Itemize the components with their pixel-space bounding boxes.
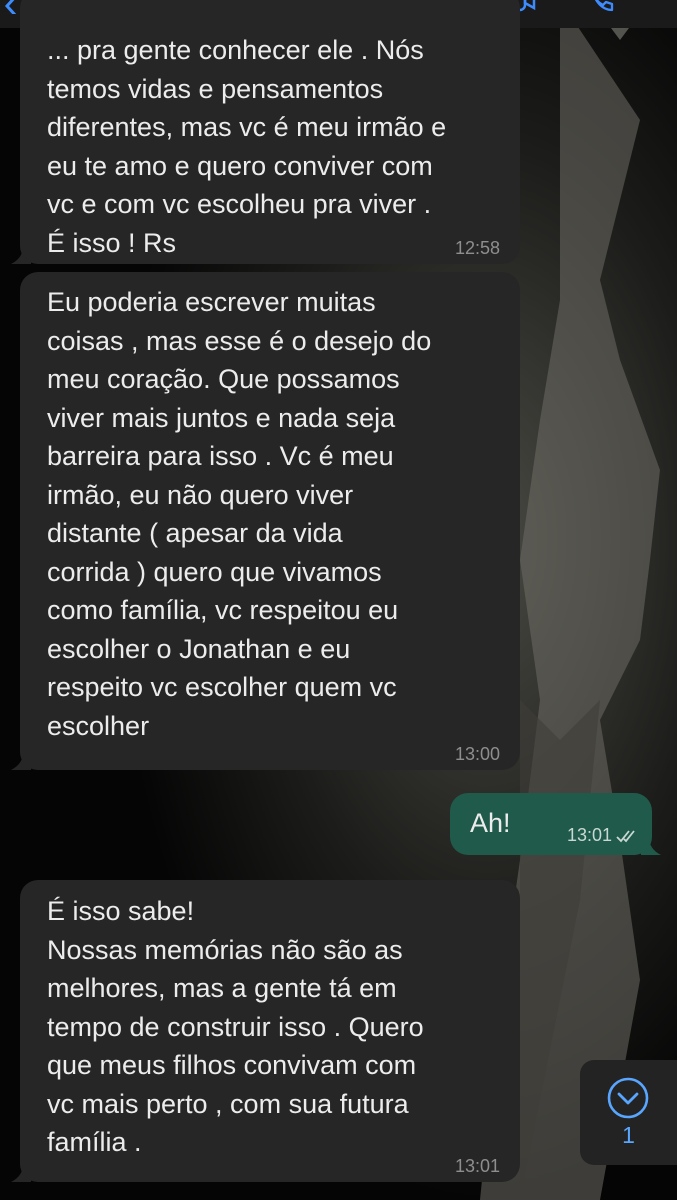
message-bubble-incoming[interactable]: Eu poderia escrever muitas coisas , mas … bbox=[11, 272, 520, 770]
message-bubble-incoming[interactable]: É isso sabe! Nossas memórias não são as … bbox=[11, 880, 520, 1182]
message-bubble-incoming[interactable]: ... pra gente conhecer ele . Nós temos v… bbox=[11, 0, 520, 264]
chevron-left-icon[interactable] bbox=[2, 0, 22, 14]
message-text: É isso sabe! Nossas memórias não são as … bbox=[47, 896, 424, 1157]
phone-icon[interactable] bbox=[590, 0, 614, 14]
bubble-tail bbox=[641, 837, 661, 855]
message-time: 13:00 bbox=[454, 744, 500, 764]
scroll-to-bottom-button[interactable]: 1 bbox=[580, 1060, 677, 1165]
message-time: 13:01 bbox=[454, 1156, 500, 1176]
message-text: ... pra gente conhecer ele . Nós temos v… bbox=[47, 35, 447, 258]
bubble-tail bbox=[11, 752, 31, 770]
bubble-tail bbox=[11, 246, 31, 264]
message-text: Eu poderia escrever muitas coisas , mas … bbox=[47, 287, 432, 741]
unread-count-badge: 1 bbox=[622, 1122, 635, 1148]
message-bubble-outgoing[interactable]: Ah! 13:01 bbox=[450, 793, 661, 855]
message-time: 12:58 bbox=[454, 238, 500, 258]
bubble-tail bbox=[11, 1164, 31, 1182]
message-time: 13:01 bbox=[566, 825, 612, 845]
chevron-down-circle-icon bbox=[607, 1077, 649, 1119]
double-check-icon bbox=[616, 830, 635, 843]
